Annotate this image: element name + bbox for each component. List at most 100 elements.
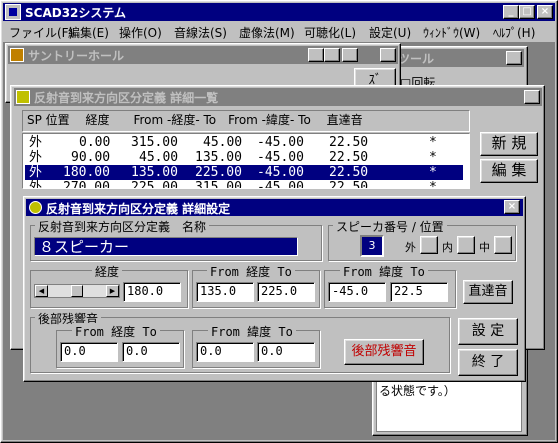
main-title-bar[interactable]: SCAD32システム _ □ × bbox=[3, 3, 555, 21]
cell-direct: * bbox=[429, 180, 437, 189]
position-out-button[interactable] bbox=[420, 236, 438, 254]
edit-button[interactable]: 編 集 bbox=[480, 159, 538, 183]
minimize-button[interactable]: _ bbox=[503, 5, 519, 19]
rear-lat-label: From 緯度 To bbox=[208, 323, 296, 340]
from-lon-from-field[interactable]: 135.0 bbox=[196, 282, 254, 302]
cell-lon: 90.00 bbox=[71, 150, 111, 165]
list-row[interactable]: 外 90.00 45.00 135.00 -45.00 22.50 * bbox=[25, 150, 463, 165]
position-mid-label: 中 bbox=[479, 241, 490, 254]
rear-lon-label: From 経度 To bbox=[72, 323, 160, 340]
menu-help[interactable]: ﾍﾙﾌﾟ(H) bbox=[493, 24, 535, 41]
slider-left-arrow[interactable]: ◀ bbox=[35, 285, 48, 297]
list-window-icon bbox=[16, 90, 30, 104]
cell-lat-to: 22.50 bbox=[329, 180, 369, 189]
menu-operation[interactable]: 操作(O) bbox=[119, 24, 162, 41]
rear-lat-from-field[interactable]: 0.0 bbox=[196, 342, 254, 362]
slider-thumb[interactable] bbox=[71, 285, 83, 297]
hall-maximize-button[interactable]: □ bbox=[324, 48, 340, 62]
menu-file[interactable]: ファイル(F) bbox=[9, 24, 73, 41]
cell-lon-from: 45.00 bbox=[139, 150, 179, 165]
hall-minimize-button[interactable]: _ bbox=[308, 48, 324, 62]
longitude-value-field[interactable]: 180.0 bbox=[123, 282, 181, 302]
from-lat-to-field[interactable]: 22.5 bbox=[390, 282, 448, 302]
name-group-label: 反射音到来方向区分定義 名称 bbox=[35, 218, 210, 235]
cell-lat-to: 22.50 bbox=[329, 135, 369, 150]
tool-close-button[interactable]: × bbox=[506, 51, 522, 65]
close-button[interactable]: × bbox=[537, 5, 553, 19]
menu-image[interactable]: 虚像法(M) bbox=[239, 24, 295, 41]
direct-sound-button[interactable]: 直達音 bbox=[463, 280, 513, 304]
cell-lon-to: 225.00 bbox=[195, 165, 242, 180]
cell-lat-to: 22.50 bbox=[329, 165, 369, 180]
cell-lat-from: -45.00 bbox=[257, 180, 304, 189]
menu-auralize[interactable]: 可聴化(L) bbox=[304, 24, 356, 41]
hall-title: サントリーホール bbox=[28, 49, 125, 63]
cell-direct: * bbox=[429, 135, 437, 150]
cell-direct: * bbox=[429, 150, 437, 165]
new-button[interactable]: 新 規 bbox=[480, 132, 538, 156]
cell-lat-from: -45.00 bbox=[257, 135, 304, 150]
list-row[interactable]: 外 0.00 315.00 45.00 -45.00 22.50 * bbox=[25, 135, 463, 150]
position-mid-button[interactable] bbox=[494, 236, 512, 254]
end-button[interactable]: 終 了 bbox=[458, 349, 518, 376]
rear-lon-to-field[interactable]: 0.0 bbox=[122, 342, 180, 362]
tool-text: る状態です。） bbox=[379, 384, 456, 398]
cell-lon-from: 315.00 bbox=[131, 135, 178, 150]
list-close-button[interactable]: × bbox=[524, 90, 540, 104]
from-lat-from-field[interactable]: -45.0 bbox=[328, 282, 386, 302]
cell-lon: 0.00 bbox=[79, 135, 111, 150]
longitude-slider[interactable]: ◀ ▶ bbox=[34, 284, 120, 298]
tool-title: ツール bbox=[398, 52, 435, 66]
detail-title: 反射音到来方向区分定義 詳細設定 bbox=[46, 202, 231, 216]
position-out-label: 外 bbox=[405, 241, 416, 254]
hall-close2-button[interactable]: × bbox=[380, 48, 396, 62]
cell-lon-from: 225.00 bbox=[131, 180, 178, 189]
cell-lat-from: -45.00 bbox=[257, 150, 304, 165]
cell-lat-to: 22.50 bbox=[329, 150, 369, 165]
cell-pos: 外 bbox=[29, 135, 43, 150]
from-lon-to-field[interactable]: 225.0 bbox=[257, 282, 315, 302]
cell-lon-to: 315.00 bbox=[195, 180, 242, 189]
cell-direct: * bbox=[429, 165, 437, 180]
position-in-label: 内 bbox=[442, 241, 453, 254]
list-title: 反射音到来方向区分定義 詳細一覧 bbox=[34, 91, 219, 105]
list-row[interactable]: 外 270.00 225.00 315.00 -45.00 22.50 * bbox=[25, 180, 463, 189]
slider-right-arrow[interactable]: ▶ bbox=[106, 285, 119, 297]
cell-lat-from: -45.00 bbox=[257, 165, 304, 180]
app-icon bbox=[5, 4, 21, 20]
cell-lon-to: 45.00 bbox=[203, 135, 243, 150]
menu-window[interactable]: ｳｨﾝﾄﾞｳ(W) bbox=[423, 24, 480, 41]
set-button[interactable]: 設 定 bbox=[458, 318, 518, 345]
rear-lat-to-field[interactable]: 0.0 bbox=[257, 342, 315, 362]
menu-ray[interactable]: 音線法(S) bbox=[174, 24, 227, 41]
name-input[interactable]: ８スピーカー bbox=[34, 237, 298, 256]
detail-title-bar[interactable]: 反射音到来方向区分定義 詳細設定 × bbox=[26, 199, 523, 216]
detail-icon bbox=[29, 201, 42, 214]
speaker-number-field[interactable]: 3 bbox=[360, 235, 384, 257]
rear-lon-from-field[interactable]: 0.0 bbox=[60, 342, 118, 362]
hall-close-button[interactable]: × bbox=[342, 48, 358, 62]
cell-pos: 外 bbox=[29, 150, 43, 165]
list-row-selected[interactable]: 外 180.00 135.00 225.00 -45.00 22.50 * bbox=[25, 165, 463, 180]
cell-pos: 外 bbox=[29, 180, 43, 189]
position-in-button[interactable] bbox=[457, 236, 475, 254]
list-box[interactable]: 外 0.00 315.00 45.00 -45.00 22.50 * 外 90.… bbox=[22, 133, 470, 189]
cell-pos: 外 bbox=[29, 165, 43, 180]
detail-close-button[interactable]: × bbox=[504, 200, 520, 214]
cell-lon-to: 135.00 bbox=[195, 150, 242, 165]
cell-lon: 270.00 bbox=[63, 180, 110, 189]
speaker-group-label: スピーカ番号 / 位置 bbox=[333, 218, 447, 235]
menu-bar: ファイル(F) 編集(E) 操作(O) 音線法(S) 虚像法(M) 可聴化(L)… bbox=[3, 22, 555, 41]
from-lat-label: From 緯度 To bbox=[340, 263, 428, 280]
cell-lon-from: 135.00 bbox=[131, 165, 178, 180]
app-title: SCAD32システム bbox=[25, 6, 127, 20]
hall-icon bbox=[10, 48, 24, 62]
hall-title-bar[interactable]: サントリーホール _ □ × × bbox=[8, 46, 398, 64]
maximize-button[interactable]: □ bbox=[519, 5, 535, 19]
menu-edit[interactable]: 編集(E) bbox=[68, 24, 109, 41]
rear-reverb-button[interactable]: 後部残響音 bbox=[344, 339, 424, 365]
cell-lon: 180.00 bbox=[63, 165, 110, 180]
menu-settings[interactable]: 設定(U) bbox=[369, 24, 411, 41]
longitude-label: 経度 bbox=[92, 263, 123, 280]
list-title-bar[interactable]: 反射音到来方向区分定義 詳細一覧 × bbox=[14, 88, 542, 106]
